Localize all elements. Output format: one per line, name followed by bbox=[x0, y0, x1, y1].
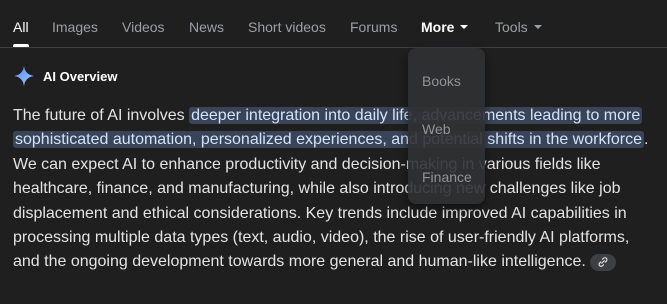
more-dropdown-menu: Books Web Finance bbox=[408, 48, 485, 204]
tab-tools[interactable]: Tools bbox=[495, 18, 542, 36]
tab-videos[interactable]: Videos bbox=[122, 18, 165, 36]
overview-text-body: . We can expect AI to enhance productivi… bbox=[13, 131, 649, 271]
link-icon bbox=[598, 257, 608, 268]
search-tab-bar: All Images Videos News Short videos Foru… bbox=[0, 0, 667, 48]
chevron-down-icon bbox=[533, 25, 542, 29]
tab-forums[interactable]: Forums bbox=[350, 18, 397, 36]
ai-overview-header: AI Overview bbox=[13, 64, 117, 88]
source-link-button[interactable] bbox=[589, 253, 616, 271]
tab-tools-label: Tools bbox=[495, 19, 528, 35]
overview-text-intro: The future of AI involves bbox=[13, 107, 190, 124]
tab-news[interactable]: News bbox=[189, 18, 224, 36]
menu-item-web[interactable]: Web bbox=[422, 121, 451, 137]
tab-more-label: More bbox=[421, 19, 455, 35]
tab-more[interactable]: More bbox=[421, 18, 469, 36]
tab-all[interactable]: All bbox=[13, 18, 29, 36]
menu-item-books[interactable]: Books bbox=[422, 73, 461, 89]
active-tab-indicator bbox=[13, 44, 29, 47]
tab-images[interactable]: Images bbox=[52, 18, 98, 36]
ai-overview-text: The future of AI involves deeper integra… bbox=[13, 104, 653, 275]
menu-item-finance[interactable]: Finance bbox=[422, 169, 472, 185]
ai-overview-title: AI Overview bbox=[43, 68, 118, 84]
chevron-down-icon bbox=[460, 25, 469, 29]
sparkle-icon bbox=[13, 65, 35, 87]
tab-short-videos[interactable]: Short videos bbox=[248, 18, 326, 36]
